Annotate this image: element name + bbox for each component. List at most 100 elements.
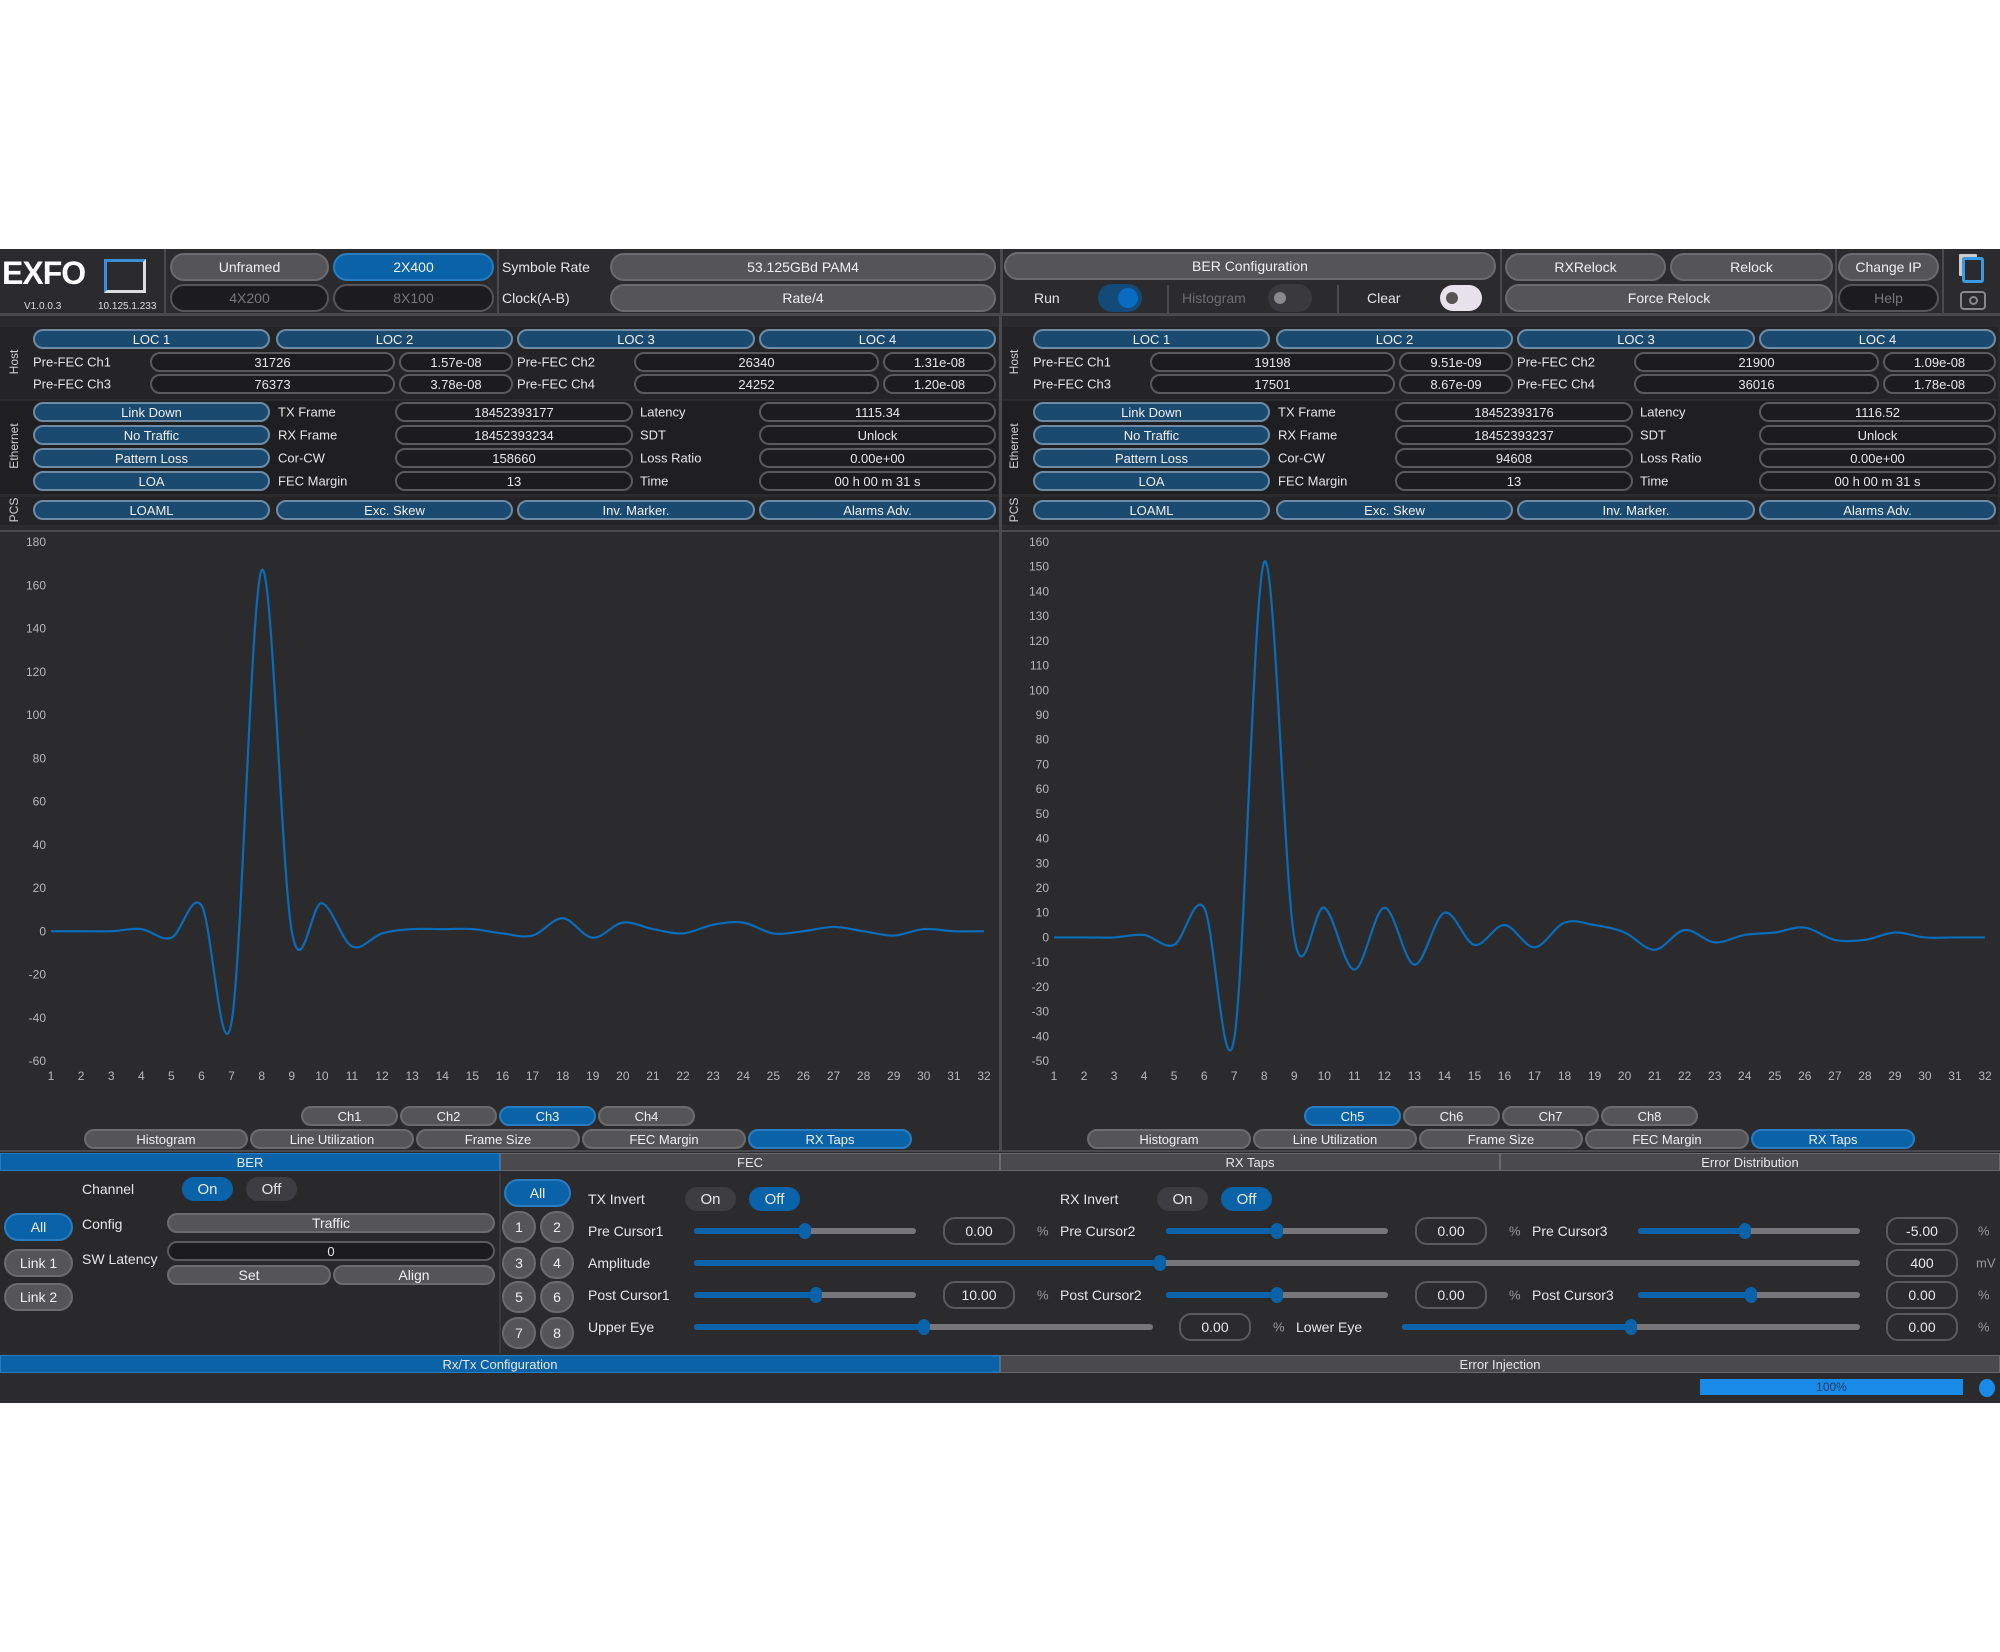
slider-thumb[interactable] [1625, 1319, 1637, 1335]
change-ip-button[interactable]: Change IP [1838, 253, 1939, 281]
tx-invert-on-button[interactable]: On [685, 1187, 736, 1211]
ethernet-stat-label: TX Frame [1278, 404, 1336, 420]
post-cursor2-slider[interactable] [1166, 1287, 1388, 1303]
prefec-count: 17501 [1150, 374, 1395, 394]
divider [164, 249, 166, 316]
lane-4-button[interactable]: 4 [540, 1247, 574, 1279]
pre-cursor1-value-input[interactable]: 0.00 [943, 1217, 1015, 1245]
mode-unframed-button[interactable]: Unframed [170, 253, 329, 281]
post-cursor3-value-input[interactable]: 0.00 [1886, 1281, 1958, 1309]
ethernet-stat-label: Cor-CW [1278, 450, 1325, 466]
bottom-tab-ber[interactable]: BER [0, 1153, 500, 1171]
pre-cursor2-value-input[interactable]: 0.00 [1415, 1217, 1487, 1245]
divider [1337, 285, 1339, 316]
histogram-toggle[interactable] [1268, 284, 1312, 312]
prefec-count: 76373 [150, 374, 395, 394]
rxrelock-button[interactable]: RXRelock [1505, 253, 1666, 281]
config-select[interactable]: Traffic [167, 1213, 495, 1233]
relock-button[interactable]: Relock [1670, 253, 1833, 281]
ethernet-stat-value: Unlock [1759, 425, 1996, 445]
slider-thumb[interactable] [1154, 1255, 1167, 1271]
loc-indicator: LOC 2 [1276, 329, 1513, 349]
slider-thumb[interactable] [1738, 1223, 1751, 1239]
symbol-rate-select[interactable]: 53.125GBd PAM4 [610, 253, 996, 281]
pcs-indicator: Inv. Marker. [1517, 500, 1755, 520]
prefec-count: 36016 [1634, 374, 1879, 394]
help-button[interactable]: Help [1838, 284, 1939, 312]
copy-window-icon[interactable] [1962, 257, 1984, 283]
lane-5-button[interactable]: 5 [502, 1281, 536, 1313]
slider-thumb[interactable] [1271, 1287, 1283, 1303]
bottom-tab-fec[interactable]: FEC [500, 1153, 1000, 1171]
lane-1-button[interactable]: 1 [502, 1211, 536, 1243]
pcs-indicator: LOAML [33, 500, 270, 520]
lane-2-button[interactable]: 2 [540, 1211, 574, 1243]
pre-cursor3-unit: % [1978, 1223, 1990, 1239]
camera-icon[interactable] [1960, 291, 1986, 310]
x-tick-label: 11 [1348, 1069, 1361, 1083]
x-tick-label: 28 [1858, 1069, 1872, 1083]
slider-thumb[interactable] [799, 1223, 811, 1239]
lower-eye-value-input[interactable]: 0.00 [1886, 1313, 1958, 1341]
lane-6-button[interactable]: 6 [540, 1281, 574, 1313]
amplitude-slider[interactable] [694, 1255, 1860, 1271]
lane-7-button[interactable]: 7 [502, 1317, 536, 1349]
link-all-button[interactable]: All [4, 1213, 73, 1241]
pre-cursor2-slider[interactable] [1166, 1223, 1388, 1239]
lane-all-button[interactable]: All [504, 1179, 571, 1207]
slider-thumb[interactable] [810, 1287, 823, 1303]
y-tick-label: 0 [1042, 930, 1049, 944]
x-tick-label: 7 [1231, 1069, 1238, 1083]
amplitude-value-input[interactable]: 400 [1886, 1249, 1958, 1277]
set-button[interactable]: Set [167, 1265, 331, 1285]
footer-tab-rx-tx-configuration[interactable]: Rx/Tx Configuration [0, 1355, 1000, 1373]
lower-eye-slider[interactable] [1402, 1319, 1860, 1335]
ethernet-stat-label: Latency [1640, 404, 1686, 420]
align-button[interactable]: Align [333, 1265, 495, 1285]
pre-cursor3-value-input[interactable]: -5.00 [1886, 1217, 1958, 1245]
lane-3-button[interactable]: 3 [502, 1247, 536, 1279]
y-tick-label: 140 [1029, 584, 1049, 598]
pre-cursor1-slider[interactable] [694, 1223, 916, 1239]
divider [497, 249, 499, 316]
slider-thumb[interactable] [1745, 1287, 1758, 1303]
rx-invert-on-button[interactable]: On [1157, 1187, 1208, 1211]
run-toggle[interactable] [1098, 284, 1142, 312]
ethernet-stat-value: 158660 [395, 448, 633, 468]
link-link-1-button[interactable]: Link 1 [4, 1249, 73, 1277]
force-relock-button[interactable]: Force Relock [1505, 284, 1833, 312]
tx-invert-off-button[interactable]: Off [749, 1187, 800, 1211]
clear-toggle[interactable] [1440, 285, 1482, 311]
pre-cursor3-slider[interactable] [1638, 1223, 1860, 1239]
ethernet-stat-value: 18452393176 [1395, 402, 1633, 422]
bottom-tab-error-distribution[interactable]: Error Distribution [1500, 1153, 2000, 1171]
rx-invert-off-button[interactable]: Off [1221, 1187, 1272, 1211]
ethernet-stat-value: 00 h 00 m 31 s [1759, 471, 1996, 491]
upper-eye-value-input[interactable]: 0.00 [1179, 1313, 1251, 1341]
mode-4x200-button[interactable]: 4X200 [170, 284, 329, 312]
link-link-2-button[interactable]: Link 2 [4, 1283, 73, 1311]
bottom-tab-rx-taps[interactable]: RX Taps [1000, 1153, 1500, 1171]
clock-select[interactable]: Rate/4 [610, 284, 996, 312]
sw-latency-input[interactable]: 0 [167, 1241, 495, 1261]
x-tick-label: 2 [1081, 1069, 1088, 1083]
x-tick-label: 23 [1708, 1069, 1722, 1083]
channel-on-button[interactable]: On [182, 1177, 233, 1201]
mode-2x400-button[interactable]: 2X400 [333, 253, 494, 281]
slider-thumb[interactable] [1271, 1223, 1283, 1239]
y-tick-label: -30 [1032, 1005, 1050, 1019]
channel-off-button[interactable]: Off [246, 1177, 297, 1201]
ethernet-stat-label: Cor-CW [278, 450, 325, 466]
lane-8-button[interactable]: 8 [540, 1317, 574, 1349]
slider-thumb[interactable] [917, 1319, 930, 1335]
mode-8x100-button[interactable]: 8X100 [333, 284, 494, 312]
post-cursor1-value-input[interactable]: 10.00 [943, 1281, 1015, 1309]
channel-label: Channel [82, 1181, 135, 1197]
ber-configuration-button[interactable]: BER Configuration [1004, 252, 1496, 280]
upper-eye-slider[interactable] [694, 1319, 1153, 1335]
footer-tab-error-injection[interactable]: Error Injection [1000, 1355, 2000, 1373]
y-tick-label: -50 [1032, 1054, 1050, 1068]
post-cursor3-slider[interactable] [1638, 1287, 1860, 1303]
post-cursor2-value-input[interactable]: 0.00 [1415, 1281, 1487, 1309]
post-cursor1-slider[interactable] [694, 1287, 916, 1303]
